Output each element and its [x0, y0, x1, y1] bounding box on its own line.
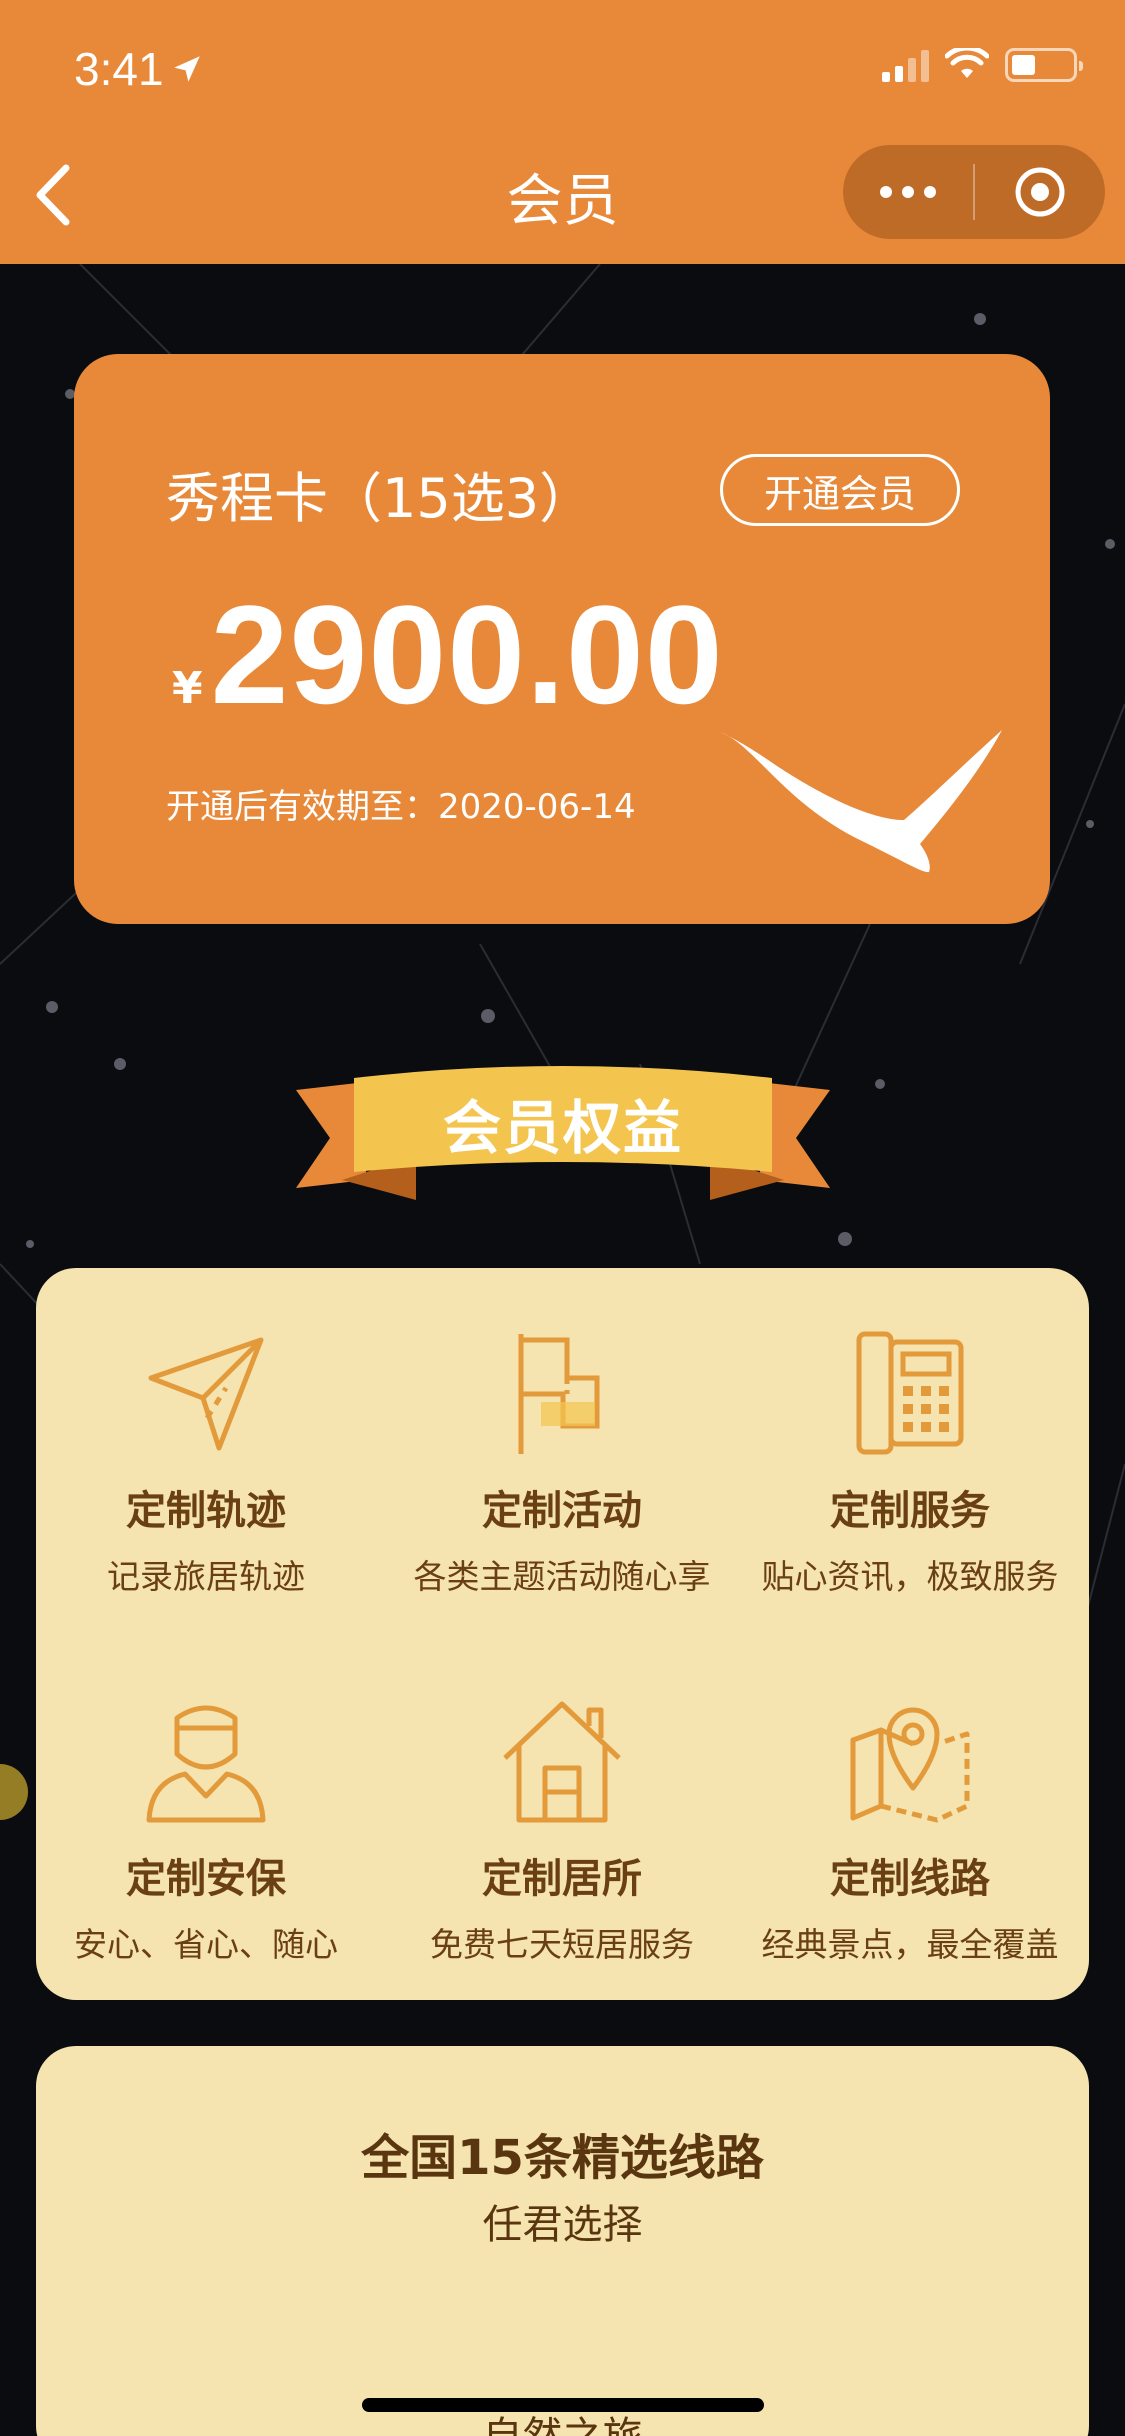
- benefit-desc: 免费七天短居服务: [430, 1925, 694, 1964]
- benefit-item-service[interactable]: 定制服务 贴心资讯，极致服务: [740, 1328, 1080, 1598]
- benefit-title: 定制活动: [482, 1488, 642, 1534]
- benefit-title: 定制轨迹: [126, 1488, 286, 1534]
- house-icon: [503, 1701, 621, 1823]
- map-pin-icon: [850, 1707, 970, 1823]
- benefits-panel: 定制轨迹 记录旅居轨迹 定制活动 各类主题活动随心享 定制服务 贴心资讯，极致服…: [36, 1268, 1089, 2000]
- benefit-title: 定制线路: [830, 1856, 990, 1902]
- benefit-title: 定制安保: [126, 1856, 286, 1902]
- card-name: 秀程卡（15选3）: [166, 467, 594, 530]
- currency-symbol: ¥: [172, 663, 203, 714]
- open-membership-button[interactable]: 开通会员: [720, 454, 960, 526]
- benefit-desc: 各类主题活动随心享: [413, 1557, 711, 1596]
- benefit-title: 定制居所: [482, 1856, 642, 1902]
- benefit-desc: 安心、省心、随心: [74, 1925, 338, 1964]
- price: ¥ 2900.00: [172, 574, 724, 736]
- status-time: 3:41: [74, 42, 204, 96]
- benefit-item-security[interactable]: 定制安保 安心、省心、随心: [36, 1696, 376, 1966]
- signal-icon: [882, 48, 929, 82]
- app-header: 3:41 会员: [0, 0, 1125, 264]
- routes-panel: 全国15条精选线路 任君选择 —— 自然之旅 ——: [36, 2046, 1089, 2436]
- battery-level: [1012, 55, 1036, 75]
- paper-plane-icon: [148, 1337, 264, 1451]
- time-text: 3:41: [74, 43, 164, 95]
- status-icons: [882, 48, 1083, 82]
- benefit-item-activity[interactable]: 定制活动 各类主题活动随心享: [392, 1328, 732, 1598]
- bird-logo-icon: [720, 730, 1002, 873]
- phone-icon: [856, 1331, 964, 1455]
- target-circle-icon[interactable]: [975, 165, 1105, 219]
- more-dots-icon[interactable]: [843, 145, 973, 239]
- benefit-item-track[interactable]: 定制轨迹 记录旅居轨迹: [36, 1328, 376, 1598]
- membership-card: 秀程卡（15选3） 开通会员 ¥ 2900.00 开通后有效期至：2020-06…: [74, 354, 1050, 924]
- security-person-icon: [146, 1705, 266, 1823]
- routes-title: 全国15条精选线路: [361, 2130, 764, 2186]
- expiry-text: 开通后有效期至：2020-06-14: [166, 787, 636, 827]
- battery-icon: [1005, 48, 1083, 82]
- price-value: 2900.00: [210, 576, 724, 733]
- benefit-desc: 经典景点，最全覆盖: [761, 1925, 1059, 1964]
- benefit-item-route[interactable]: 定制线路 经典景点，最全覆盖: [740, 1696, 1080, 1966]
- benefits-heading: 会员权益: [442, 1094, 683, 1162]
- home-indicator[interactable]: [362, 2398, 764, 2412]
- benefit-title: 定制服务: [830, 1488, 990, 1534]
- location-arrow-icon: [173, 56, 200, 82]
- routes-subtitle: 任君选择: [482, 2202, 643, 2248]
- benefit-item-residence[interactable]: 定制居所 免费七天短居服务: [392, 1696, 732, 1966]
- mini-program-capsule: [843, 145, 1105, 239]
- flag-icon: [518, 1334, 600, 1454]
- benefit-desc: 记录旅居轨迹: [107, 1557, 305, 1596]
- benefit-desc: 贴心资讯，极致服务: [761, 1557, 1059, 1596]
- wifi-icon: [945, 48, 989, 78]
